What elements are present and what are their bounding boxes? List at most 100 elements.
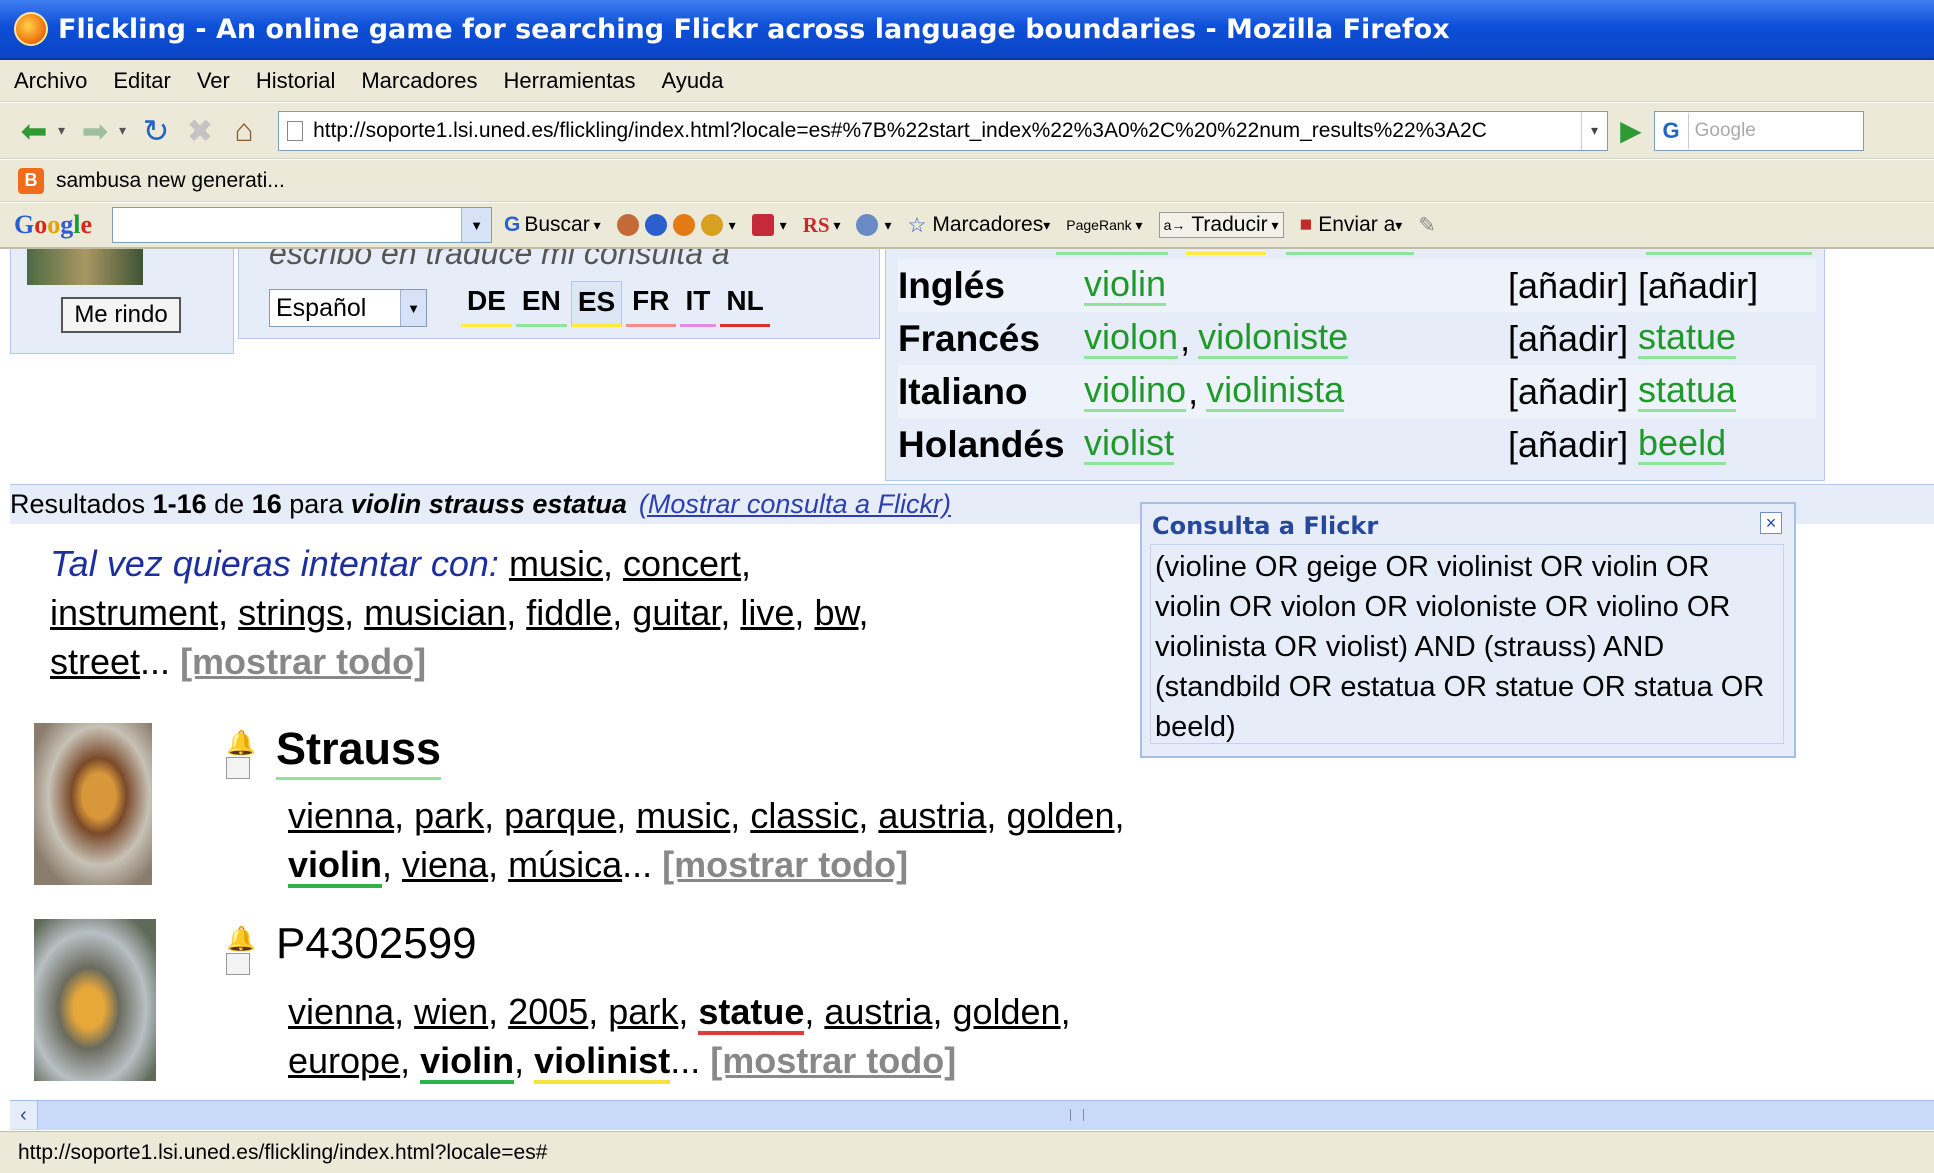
translation-word[interactable]: statue bbox=[1638, 318, 1737, 359]
menu-marcadores[interactable]: Marcadores bbox=[361, 68, 477, 94]
give-up-button[interactable]: Me rindo bbox=[61, 297, 181, 333]
note-icon[interactable] bbox=[226, 953, 250, 975]
home-icon[interactable]: ⌂ bbox=[224, 111, 264, 151]
result-thumbnail[interactable] bbox=[34, 919, 156, 1081]
add-translation-link[interactable]: [añadir] bbox=[1638, 265, 1758, 307]
add-translation-link[interactable]: [añadir] bbox=[1508, 318, 1628, 360]
suggestion-tag[interactable]: instrument bbox=[50, 592, 218, 633]
result-tag[interactable]: austria bbox=[824, 991, 932, 1032]
chevron-down-icon[interactable]: ▾ bbox=[884, 217, 891, 234]
result-thumbnail[interactable] bbox=[34, 723, 152, 885]
close-icon[interactable]: × bbox=[1760, 512, 1782, 534]
result-title[interactable]: P4302599 bbox=[276, 919, 477, 971]
tab-it[interactable]: IT bbox=[679, 281, 717, 327]
result-tag[interactable]: música bbox=[508, 844, 622, 885]
add-translation-link[interactable]: [añadir] bbox=[1508, 265, 1628, 307]
suggestion-tag[interactable]: music bbox=[509, 543, 603, 584]
menu-editar[interactable]: Editar bbox=[113, 68, 170, 94]
search-box[interactable]: G Google bbox=[1653, 110, 1864, 151]
chevron-down-icon[interactable]: ▾ bbox=[830, 217, 840, 234]
globe-icon[interactable] bbox=[644, 214, 667, 236]
add-translation-link[interactable]: [añadir] bbox=[1508, 424, 1628, 466]
suggestion-tag[interactable]: bw bbox=[814, 592, 858, 633]
translation-word[interactable]: violoniste bbox=[1198, 318, 1349, 359]
result-tag[interactable]: viena bbox=[402, 844, 488, 885]
show-all-link[interactable]: [mostrar todo] bbox=[662, 844, 908, 885]
scroll-left-arrow-icon[interactable]: ‹ bbox=[10, 1101, 38, 1129]
translation-word[interactable]: violin bbox=[1084, 265, 1167, 306]
horizontal-scrollbar[interactable]: ‹ bbox=[10, 1100, 1934, 1130]
traducir-button[interactable]: a→ Traducir ▾ bbox=[1158, 212, 1284, 238]
highlighter-icon[interactable]: ✎ bbox=[1418, 213, 1436, 238]
result-tag-highlighted[interactable]: statue bbox=[698, 993, 805, 1035]
forward-arrow-icon[interactable]: ➡ bbox=[75, 111, 115, 151]
chevron-down-icon[interactable]: ▼ bbox=[461, 208, 492, 242]
share-icon[interactable] bbox=[856, 214, 879, 236]
suggestion-tag[interactable]: fiddle bbox=[526, 592, 612, 633]
result-tag[interactable]: vienna bbox=[288, 991, 394, 1032]
result-tag[interactable]: parque bbox=[504, 795, 616, 836]
result-tag[interactable]: 2005 bbox=[508, 991, 588, 1032]
result-tag[interactable]: golden bbox=[1006, 795, 1114, 836]
result-tag-highlighted[interactable]: violinist bbox=[534, 1042, 671, 1084]
news-icon[interactable] bbox=[616, 214, 639, 236]
translation-word[interactable]: beeld bbox=[1638, 424, 1727, 465]
result-tag[interactable]: golden bbox=[952, 991, 1060, 1032]
chevron-down-icon[interactable]: ▼ bbox=[400, 290, 426, 326]
language-select[interactable]: Español ▼ bbox=[269, 289, 427, 327]
menu-archivo[interactable]: Archivo bbox=[14, 68, 87, 94]
tab-en[interactable]: EN bbox=[515, 281, 567, 327]
result-tag[interactable]: music bbox=[636, 795, 730, 836]
go-arrow-icon[interactable]: ▶ bbox=[1620, 114, 1642, 147]
bell-icon[interactable]: 🔔 bbox=[226, 729, 256, 757]
autofill-icon[interactable] bbox=[751, 214, 774, 236]
reload-icon[interactable]: ↻ bbox=[136, 111, 176, 151]
rs-button[interactable]: RS ▾ bbox=[803, 213, 841, 238]
chevron-down-icon[interactable]: ▾ bbox=[1043, 217, 1050, 234]
chevron-down-icon[interactable]: ▾ bbox=[729, 217, 736, 234]
chevron-down-icon[interactable]: ▾ bbox=[1132, 217, 1143, 234]
suggestion-tag[interactable]: street bbox=[50, 641, 140, 682]
note-icon[interactable] bbox=[226, 757, 250, 779]
popup-blocker-icon[interactable] bbox=[700, 214, 723, 236]
menu-historial[interactable]: Historial bbox=[256, 68, 335, 94]
chevron-down-icon[interactable]: ▾ bbox=[1395, 217, 1402, 234]
pagerank-button[interactable]: PageRank ▾ bbox=[1066, 217, 1142, 234]
result-tag[interactable]: austria bbox=[878, 795, 986, 836]
result-tag-highlighted[interactable]: violin bbox=[288, 846, 383, 888]
result-tag[interactable]: wien bbox=[414, 991, 488, 1032]
google-logo[interactable]: Google bbox=[14, 210, 92, 240]
share-button[interactable]: ▾ bbox=[856, 214, 892, 236]
result-tag[interactable]: vienna bbox=[288, 795, 394, 836]
chevron-down-icon[interactable]: ▾ bbox=[590, 217, 601, 234]
translation-word[interactable]: violon bbox=[1084, 318, 1179, 359]
url-text[interactable]: http://soporte1.lsi.uned.es/flickling/in… bbox=[313, 119, 1581, 143]
translation-word[interactable]: violino bbox=[1084, 371, 1187, 412]
show-all-link[interactable]: [mostrar todo] bbox=[710, 1040, 956, 1081]
suggestion-tag[interactable]: strings bbox=[238, 592, 344, 633]
result-title[interactable]: Strauss bbox=[276, 723, 442, 780]
scrollbar-grip[interactable] bbox=[1070, 1109, 1084, 1121]
stop-icon[interactable]: ✖ bbox=[180, 111, 220, 151]
result-tag[interactable]: park bbox=[608, 991, 678, 1032]
enviar-button[interactable]: ■ Enviar a ▾ bbox=[1300, 213, 1403, 237]
autofill-button[interactable]: ▾ bbox=[751, 214, 787, 236]
bell-icon[interactable]: 🔔 bbox=[226, 925, 256, 953]
add-translation-link[interactable]: [añadir] bbox=[1508, 371, 1628, 413]
marcadores-button[interactable]: ☆ Marcadores ▾ bbox=[908, 213, 1051, 238]
menu-ver[interactable]: Ver bbox=[197, 68, 230, 94]
tab-de[interactable]: DE bbox=[461, 281, 512, 327]
menu-herramientas[interactable]: Herramientas bbox=[504, 68, 636, 94]
bookmark-sambusa[interactable]: sambusa new generati... bbox=[56, 169, 285, 193]
result-tag[interactable]: classic bbox=[750, 795, 858, 836]
result-tag-highlighted[interactable]: violin bbox=[420, 1042, 515, 1084]
suggestion-tag[interactable]: concert bbox=[623, 543, 741, 584]
show-all-link[interactable]: [mostrar todo] bbox=[180, 641, 426, 682]
forward-history-dropdown[interactable]: ▾ bbox=[119, 122, 126, 139]
suggestion-tag[interactable]: guitar bbox=[632, 592, 720, 633]
back-history-dropdown[interactable]: ▾ bbox=[58, 122, 65, 139]
show-flickr-query-link[interactable]: (Mostrar consulta a Flickr) bbox=[639, 489, 951, 520]
buscar-button[interactable]: G Buscar ▾ bbox=[504, 213, 601, 237]
google-toolbar-search-input[interactable]: ▼ bbox=[112, 207, 493, 243]
tab-fr[interactable]: FR bbox=[626, 281, 676, 327]
